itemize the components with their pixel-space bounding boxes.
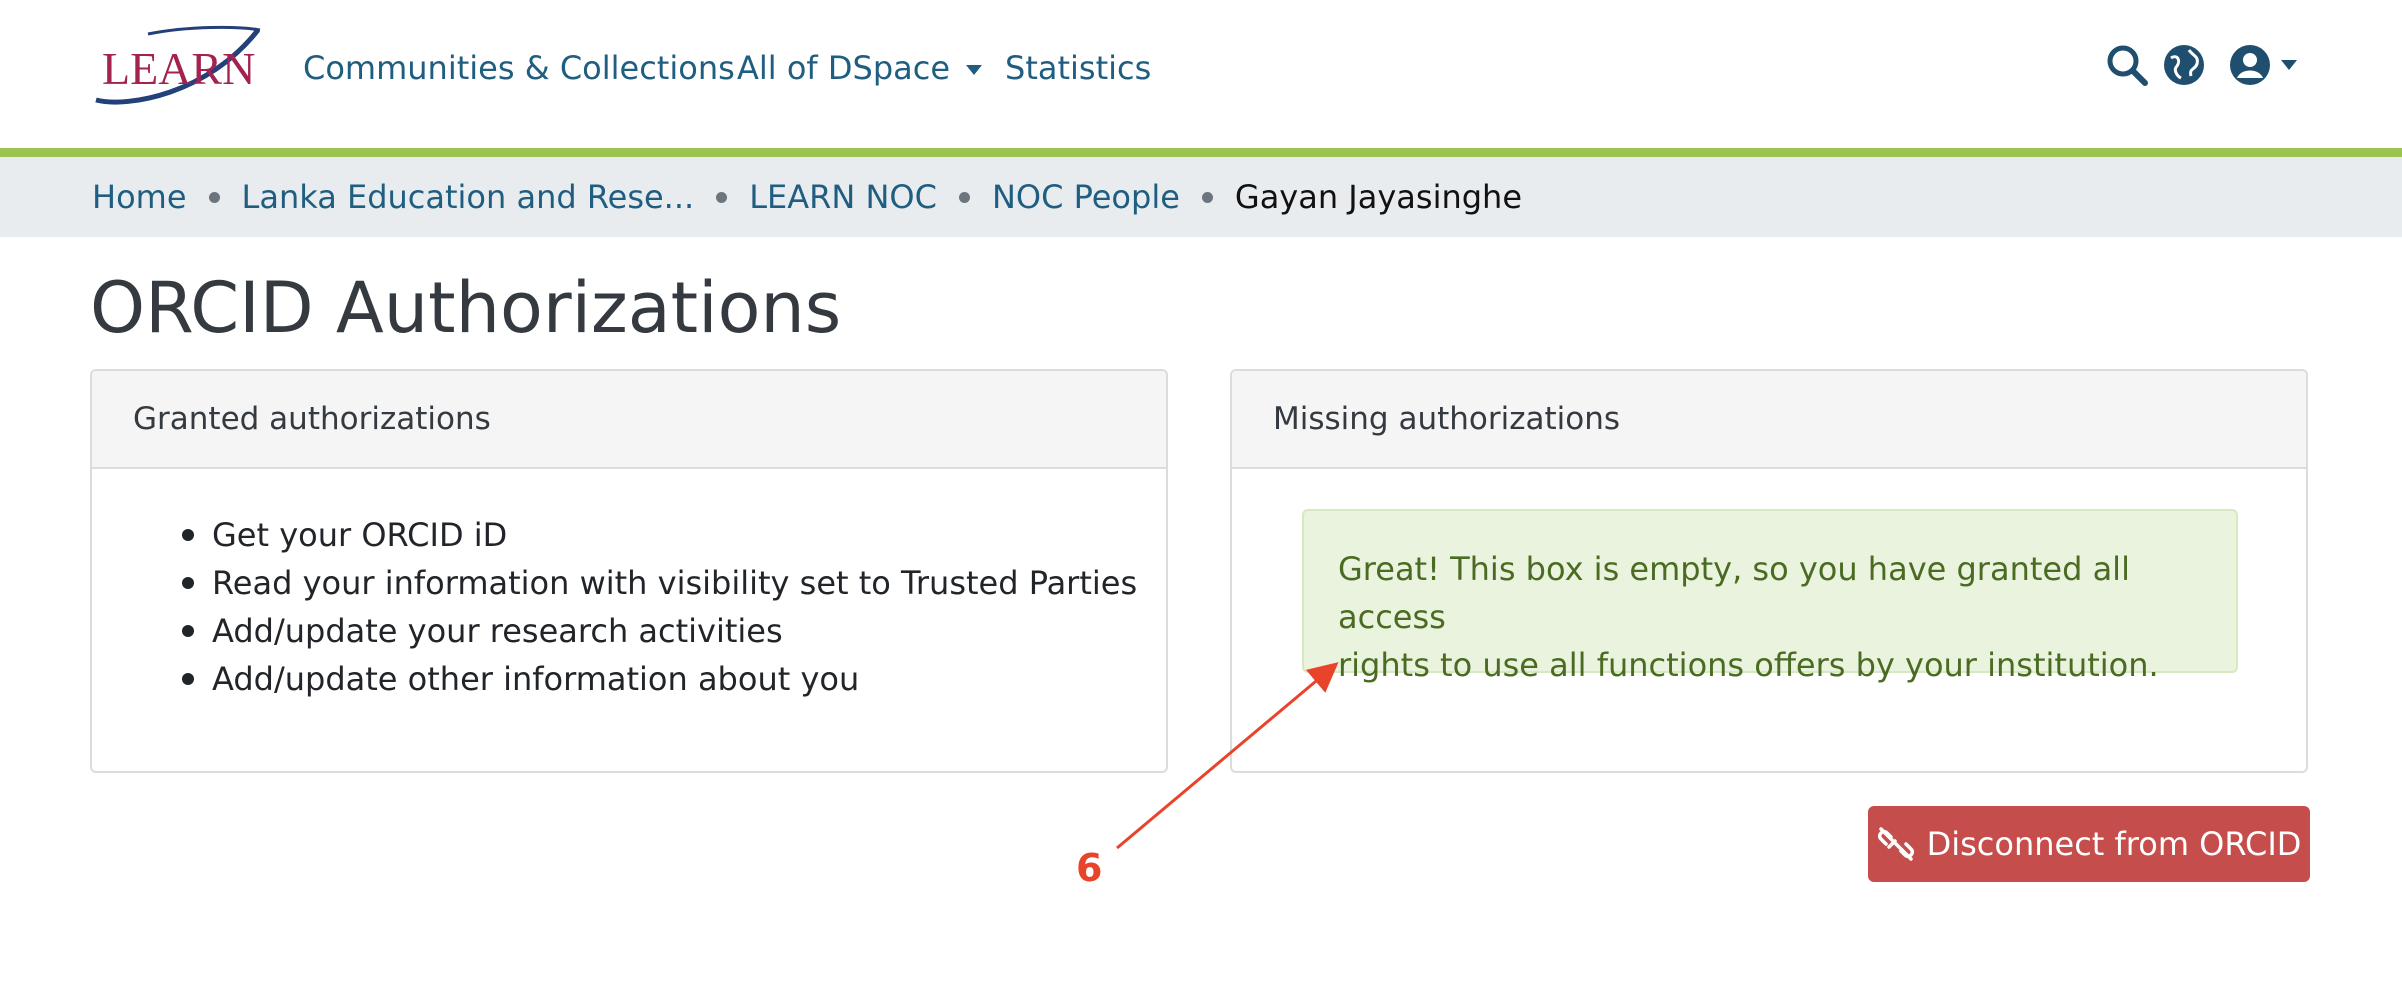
nav-statistics-label: Statistics	[1005, 49, 1152, 87]
granted-authorizations-card: Granted authorizations Get your ORCID iD…	[90, 369, 1168, 773]
nav-communities-collections[interactable]: Communities & Collections	[303, 44, 735, 92]
breadcrumb-separator	[1201, 191, 1213, 203]
chevron-down-icon	[2281, 60, 2297, 70]
list-item-text: Add/update your research activities	[212, 612, 783, 650]
breadcrumb-learn-noc[interactable]: LEARN NOC	[749, 178, 937, 216]
granted-list: Get your ORCID iD Read your information …	[182, 511, 1137, 703]
nav-all-of-dspace[interactable]: All of DSpace	[737, 44, 983, 92]
list-item: Add/update other information about you	[182, 655, 1137, 703]
list-item-text: Get your ORCID iD	[212, 516, 508, 554]
list-item: Add/update your research activities	[182, 607, 1137, 655]
nav-all-of-dspace-label: All of DSpace	[737, 49, 951, 87]
site-header: LEARN Communities & Collections All of D…	[0, 0, 2402, 148]
list-item: Get your ORCID iD	[182, 511, 1137, 559]
learn-logo[interactable]: LEARN	[88, 24, 266, 110]
missing-authorizations-card: Missing authorizations Great! This box i…	[1230, 369, 2308, 773]
breadcrumb-separator	[958, 191, 970, 203]
breadcrumb: Home Lanka Education and Rese... LEARN N…	[0, 157, 2402, 237]
breadcrumb-noc-people[interactable]: NOC People	[992, 178, 1180, 216]
page-title: ORCID Authorizations	[90, 267, 842, 349]
granted-card-header: Granted authorizations	[92, 371, 1166, 469]
missing-card-header: Missing authorizations	[1232, 371, 2306, 469]
nav-statistics[interactable]: Statistics	[1005, 44, 1151, 92]
breadcrumb-current: Gayan Jayasinghe	[1234, 178, 1523, 216]
nav-communities-label: Communities & Collections	[303, 49, 735, 87]
bullet-icon	[182, 625, 194, 637]
bullet-icon	[182, 577, 194, 589]
list-item-text: Read your information with visibility se…	[212, 564, 1138, 602]
logo-text: LEARN	[102, 43, 255, 94]
breadcrumb-home[interactable]: Home	[92, 178, 187, 216]
alert-line-1: Great! This box is empty, so you have gr…	[1338, 550, 2130, 636]
bullet-icon	[182, 529, 194, 541]
breadcrumb-separator	[208, 191, 220, 203]
list-item-text: Add/update other information about you	[212, 660, 860, 698]
annotation-label: 6	[1076, 846, 1103, 890]
unlink-icon	[1877, 827, 1914, 861]
user-menu[interactable]	[2229, 40, 2297, 90]
list-item: Read your information with visibility se…	[182, 559, 1137, 607]
alert-line-2: rights to use all functions offers by yo…	[1338, 646, 2159, 684]
chevron-down-icon	[966, 65, 983, 75]
breadcrumb-lanka-education[interactable]: Lanka Education and Rese...	[242, 178, 695, 216]
globe-icon[interactable]	[2163, 40, 2205, 90]
breadcrumb-separator	[716, 191, 728, 203]
search-icon[interactable]	[2106, 40, 2148, 90]
user-icon	[2230, 45, 2270, 85]
disconnect-label: Disconnect from ORCID	[1926, 825, 2302, 863]
bullet-icon	[182, 673, 194, 685]
accent-bar	[0, 148, 2402, 157]
success-alert: Great! This box is empty, so you have gr…	[1302, 509, 2238, 684]
disconnect-orcid-button[interactable]: Disconnect from ORCID	[1868, 806, 2310, 882]
